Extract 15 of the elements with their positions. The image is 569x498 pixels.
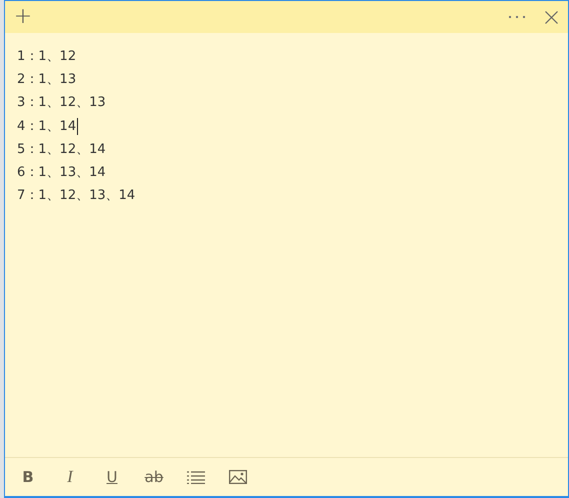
- note-text-line: 6：1、13、14: [17, 164, 106, 182]
- bold-button[interactable]: B: [17, 466, 39, 488]
- italic-button[interactable]: I: [59, 466, 81, 488]
- underline-button[interactable]: U: [101, 466, 123, 488]
- strike-button[interactable]: ab: [143, 466, 165, 488]
- note-text-line: 5：1、12、14: [17, 140, 106, 159]
- note-text-line: 7：1、12、13、14: [17, 187, 136, 206]
- note-text-line: 4：1、14: [17, 118, 76, 136]
- image-icon: [229, 470, 247, 484]
- list-icon: [187, 470, 205, 484]
- note-text-line: 2：1、13: [17, 71, 76, 90]
- note-text-line: 3：1、12、13: [17, 94, 106, 112]
- close-icon[interactable]: [544, 10, 558, 24]
- note-text-line: 1：1、12: [17, 48, 76, 66]
- new-note-button[interactable]: +: [13, 6, 33, 28]
